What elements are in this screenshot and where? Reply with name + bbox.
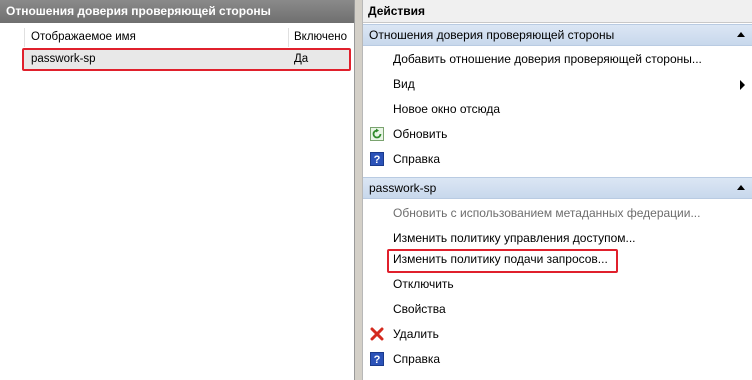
left-pane-title: Отношения доверия проверяющей стороны [0,0,354,23]
action-help[interactable]: ? Справка [363,347,752,372]
action-properties[interactable]: Свойства [363,297,752,322]
section-header-relying-party-trusts[interactable]: Отношения доверия проверяющей стороны [363,24,752,46]
section-header-passwork-sp[interactable]: passwork-sp [363,177,752,199]
action-help[interactable]: ? Справка [363,147,752,172]
highlight-box [22,48,351,71]
action-label: Справка [393,352,441,366]
column-separator [288,28,289,47]
refresh-icon [370,127,384,141]
highlight-box [387,249,618,273]
help-icon: ? [370,352,384,366]
action-refresh[interactable]: Обновить [363,122,752,147]
action-delete[interactable]: Удалить [363,322,752,347]
collapse-up-icon[interactable] [737,185,745,190]
action-view[interactable]: Вид [363,72,752,97]
delete-icon [370,327,384,341]
action-disable[interactable]: Отключить [363,272,752,297]
column-header-enabled[interactable]: Включено [294,28,347,47]
actions-pane-title: Действия [363,0,752,23]
svg-text:?: ? [374,154,381,166]
section-header-label: passwork-sp [369,181,437,195]
action-label: Вид [393,77,415,91]
action-label: Новое окно отсюда [393,102,501,116]
action-add-relying-party-trust[interactable]: Добавить отношение доверия проверяющей с… [363,47,752,72]
action-label: Обновить [393,127,448,141]
action-label: Обновить с использованием метаданных фед… [393,206,701,220]
actions-pane: Действия Отношения доверия проверяющей с… [362,0,752,380]
action-new-window[interactable]: Новое окно отсюда [363,97,752,122]
collapse-up-icon[interactable] [737,32,745,37]
section-header-label: Отношения доверия проверяющей стороны [369,28,615,42]
action-label: Справка [393,152,441,166]
column-header-display-name[interactable]: Отображаемое имя [31,28,136,47]
action-update-from-federation-metadata[interactable]: Обновить с использованием метаданных фед… [363,201,752,226]
relying-party-list-pane: Отношения доверия проверяющей стороны От… [0,0,355,380]
action-label: Удалить [393,327,439,341]
column-separator [24,28,25,47]
help-icon: ? [370,152,384,166]
action-label: Отключить [393,277,454,291]
action-label: Добавить отношение доверия проверяющей с… [393,52,702,66]
action-label: Свойства [393,302,446,316]
pane-splitter[interactable] [355,0,362,380]
svg-text:?: ? [374,354,381,366]
submenu-arrow-icon [740,80,745,90]
column-header-row: Отображаемое имя Включено [0,28,352,47]
